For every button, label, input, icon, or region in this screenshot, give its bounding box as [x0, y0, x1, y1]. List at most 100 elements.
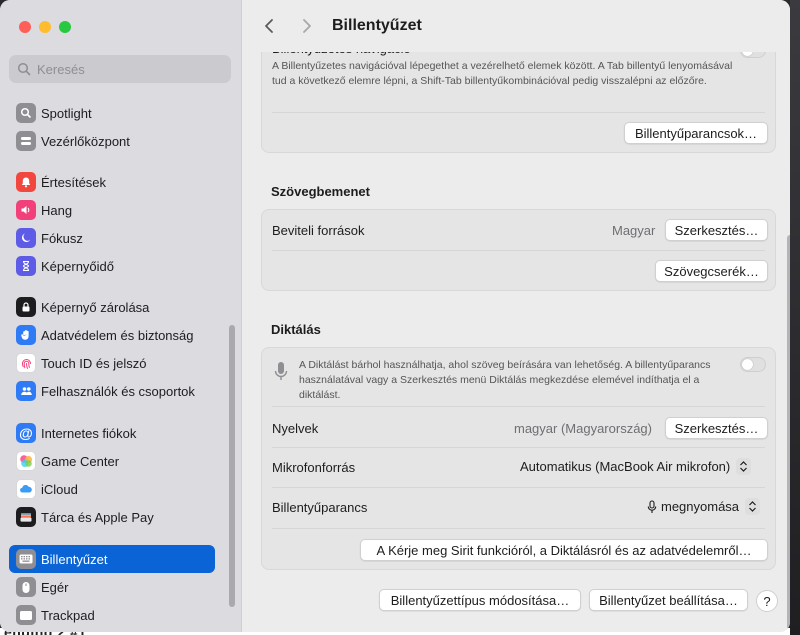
- sidebar-item-focus[interactable]: Fókusz: [9, 224, 215, 252]
- magnifier-icon: [16, 103, 36, 123]
- sidebar-item-label: Fókusz: [41, 230, 83, 246]
- languages-value: magyar (Magyarország): [514, 421, 652, 436]
- close-button[interactable]: [19, 21, 31, 33]
- sidebar-item-label: Game Center: [41, 453, 120, 469]
- sidebar-item-wallet[interactable]: Tárca és Apple Pay: [9, 503, 215, 531]
- input-sources-label: Beviteli források: [272, 223, 365, 238]
- sidebar-item-sound[interactable]: Hang: [9, 196, 215, 224]
- siri-dictation-privacy-button[interactable]: A Kérje meg Sirit funkcióról, a Diktálás…: [360, 539, 768, 561]
- hand-icon: [16, 325, 36, 345]
- search-field[interactable]: [9, 55, 231, 83]
- bell-icon: [16, 172, 36, 192]
- microphone-small-icon: [647, 499, 657, 514]
- sidebar-item-label: Hang: [41, 202, 73, 218]
- lock-icon: [16, 297, 36, 317]
- back-button[interactable]: [257, 14, 281, 38]
- hourglass-icon: [16, 256, 36, 276]
- chevron-left-icon: [265, 19, 273, 33]
- sidebar-item-users[interactable]: Felhasználók és csoportok: [9, 377, 215, 405]
- window-controls: [19, 21, 71, 33]
- text-replacements-button[interactable]: Szövegcserék…: [655, 260, 768, 282]
- search-input[interactable]: [37, 61, 217, 77]
- mic-source-popup[interactable]: Automatikus (MacBook Air mikrofon): [520, 458, 752, 475]
- input-sources-edit-button[interactable]: Szerkesztés…: [665, 219, 768, 241]
- sidebar-item-touch-id[interactable]: Touch ID és jelszó: [9, 349, 215, 377]
- moon-icon: [16, 228, 36, 248]
- row-divider: [272, 250, 765, 251]
- dictation-card: A Diktálást bárhol használhatja, ahol sz…: [261, 347, 776, 570]
- control-center-icon: [16, 131, 36, 151]
- row-divider: [272, 487, 765, 488]
- sidebar-item-label: Felhasználók és csoportok: [41, 383, 195, 399]
- chevron-right-icon: [303, 19, 311, 33]
- row-divider: [272, 406, 765, 407]
- setup-keyboard-button[interactable]: Billentyűzet beállítása…: [589, 589, 748, 611]
- cloud-icon: [16, 479, 36, 499]
- desktop-edge: [790, 0, 800, 635]
- keyboard-navigation-description: A Billentyűzetes navigációval lépegethet…: [272, 60, 733, 87]
- sidebar-item-lock-screen[interactable]: Képernyő zárolása: [9, 293, 215, 321]
- updown-chevron-icon: [736, 458, 752, 475]
- dictation-toggle[interactable]: [740, 357, 766, 372]
- page-title: Billentyűzet: [332, 17, 422, 34]
- sidebar-item-internet-accounts[interactable]: @ Internetes fiókok: [9, 419, 215, 447]
- at-icon: @: [16, 423, 36, 443]
- sidebar-scrollbar[interactable]: [229, 325, 235, 607]
- sidebar-item-game-center[interactable]: Game Center: [9, 447, 215, 475]
- sidebar-item-control-center[interactable]: Vezérlőközpont: [9, 127, 215, 155]
- sidebar-item-keyboard[interactable]: Billentyűzet: [9, 545, 215, 573]
- row-divider: [272, 528, 765, 529]
- sidebar-item-privacy[interactable]: Adatvédelem és biztonság: [9, 321, 215, 349]
- change-keyboard-type-button[interactable]: Billentyűzettípus módosítása…: [379, 589, 581, 611]
- dictation-shortcut-popup[interactable]: megnyomása: [647, 498, 761, 515]
- sidebar-item-notifications[interactable]: Értesítések: [9, 168, 215, 196]
- mic-source-value: Automatikus (MacBook Air mikrofon): [520, 459, 731, 474]
- keyboard-icon: [16, 549, 36, 569]
- game-center-icon: [16, 451, 36, 471]
- row-divider: [272, 112, 765, 113]
- wallet-icon: [16, 507, 36, 527]
- sidebar-item-trackpad[interactable]: Trackpad: [9, 601, 215, 629]
- microphone-icon: [274, 361, 288, 388]
- toolbar: Billentyűzet: [243, 0, 790, 52]
- main-pane: Billentyűzetes navigáció A Billentyűzete…: [243, 0, 790, 632]
- sidebar-item-label: Egér: [41, 579, 69, 595]
- sidebar-item-label: Vezérlőközpont: [41, 133, 130, 149]
- sidebar-item-screen-time[interactable]: Képernyőidő: [9, 252, 215, 280]
- input-sources-value: Magyar: [612, 223, 656, 238]
- fingerprint-icon: [16, 353, 36, 373]
- forward-button[interactable]: [295, 14, 319, 38]
- sidebar-item-label: Képernyőidő: [41, 258, 114, 274]
- row-divider: [272, 447, 765, 448]
- keyboard-shortcuts-button[interactable]: Billentyűparancsok…: [624, 122, 768, 144]
- mouse-icon: [16, 577, 36, 597]
- sidebar-item-icloud[interactable]: iCloud: [9, 475, 215, 503]
- dictation-description: A Diktálást bárhol használhatja, ahol sz…: [299, 359, 711, 401]
- minimize-button[interactable]: [39, 21, 51, 33]
- sidebar-item-label: Billentyűzet: [41, 551, 108, 567]
- languages-label: Nyelvek: [272, 421, 319, 436]
- sidebar: Spotlight Vezérlőközpont Értesítések Han…: [0, 0, 242, 632]
- zoom-button[interactable]: [59, 21, 71, 33]
- trackpad-icon: [16, 605, 36, 625]
- sidebar-item-label: Internetes fiókok: [41, 425, 137, 441]
- settings-content: Billentyűzetes navigáció A Billentyűzete…: [243, 0, 790, 632]
- speaker-icon: [16, 200, 36, 220]
- sidebar-item-spotlight[interactable]: Spotlight: [9, 99, 215, 127]
- content-scrollbar[interactable]: [787, 235, 790, 630]
- sidebar-item-label: Touch ID és jelszó: [41, 355, 147, 371]
- sidebar-item-label: Értesítések: [41, 174, 107, 190]
- help-button[interactable]: ?: [756, 590, 778, 612]
- mic-source-label: Mikrofonforrás: [272, 460, 356, 475]
- languages-edit-button[interactable]: Szerkesztés…: [665, 417, 768, 439]
- sidebar-item-label: Képernyő zárolása: [41, 299, 150, 315]
- search-icon: [17, 62, 31, 76]
- text-input-card: Beviteli források Magyar Szerkesztés… Sz…: [261, 209, 776, 291]
- dictation-shortcut-label: Billentyűparancs: [272, 500, 368, 515]
- sidebar-item-label: Adatvédelem és biztonság: [41, 327, 194, 343]
- text-input-heading: Szövegbemenet: [271, 184, 370, 199]
- sidebar-item-mouse[interactable]: Egér: [9, 573, 215, 601]
- sidebar-item-label: Tárca és Apple Pay: [41, 509, 154, 525]
- dictation-heading: Diktálás: [271, 322, 321, 337]
- sidebar-item-label: Trackpad: [41, 607, 95, 623]
